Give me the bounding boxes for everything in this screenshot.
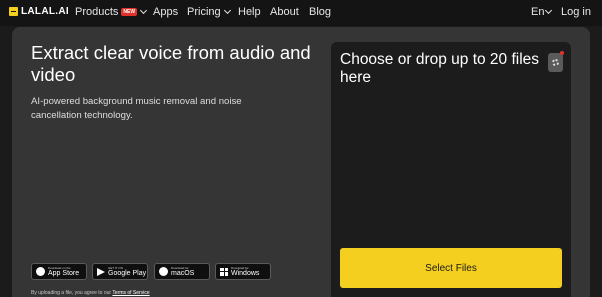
nav-pricing[interactable]: Pricing — [187, 6, 231, 18]
chevron-down-icon — [140, 6, 148, 15]
language-label: En — [531, 6, 545, 18]
chevron-down-icon — [223, 6, 231, 15]
nav-products-label: Products — [75, 6, 119, 18]
logo[interactable]: LALAL.AI — [9, 6, 69, 17]
language-selector[interactable]: En — [531, 6, 553, 18]
nav-apps[interactable]: Apps — [153, 6, 178, 18]
terms-link[interactable]: Terms of Service — [112, 290, 149, 296]
nav-help-label: Help — [238, 6, 261, 18]
apple-icon — [36, 267, 45, 276]
app-store-button[interactable]: Download on the App Store — [31, 263, 87, 280]
store-label: macOS — [171, 269, 195, 277]
notification-dot — [560, 51, 564, 55]
hero-subtext: AI-powered background music removal and … — [31, 96, 242, 121]
nav-apps-label: Apps — [153, 6, 179, 18]
macos-icon — [159, 267, 168, 276]
windows-icon — [220, 267, 228, 276]
nav-blog-label: Blog — [309, 6, 332, 18]
macos-button[interactable]: Download for macOS — [154, 263, 210, 280]
terms-disclaimer: By uploading a file, you agree to our Te… — [31, 290, 150, 296]
nav-about-label: About — [270, 6, 299, 18]
drop-zone-title: Choose or drop up to 20 files here — [340, 51, 540, 86]
new-badge: NEW — [121, 8, 138, 16]
settings-button[interactable] — [548, 53, 563, 72]
google-play-button[interactable]: GET IT ON Google Play — [92, 263, 148, 280]
nav-help[interactable]: Help — [238, 6, 261, 18]
store-label: Windows — [231, 269, 260, 277]
nav-pricing-label: Pricing — [187, 6, 221, 18]
chevron-down-icon — [545, 6, 553, 15]
top-navbar: LALAL.AI Products NEW Apps Pricing Help … — [0, 0, 602, 26]
disclaimer-text: By uploading a file, you agree to our — [31, 290, 112, 296]
hero-headline: Extract clear voice from audio and video — [31, 42, 311, 85]
store-label: App Store — [48, 269, 80, 277]
nav-products[interactable]: Products NEW — [75, 6, 148, 18]
select-files-button[interactable]: Select Files — [340, 248, 562, 288]
logo-text: LALAL.AI — [21, 6, 69, 17]
login-label: Log in — [561, 6, 591, 18]
nav-about[interactable]: About — [270, 6, 299, 18]
login-link[interactable]: Log in — [561, 6, 591, 18]
store-label: Google Play — [108, 269, 147, 277]
gear-icon — [552, 59, 559, 66]
logo-icon — [9, 7, 18, 16]
nav-blog[interactable]: Blog — [309, 6, 331, 18]
windows-button[interactable]: Download for Windows — [215, 263, 271, 280]
google-play-icon — [97, 267, 105, 276]
